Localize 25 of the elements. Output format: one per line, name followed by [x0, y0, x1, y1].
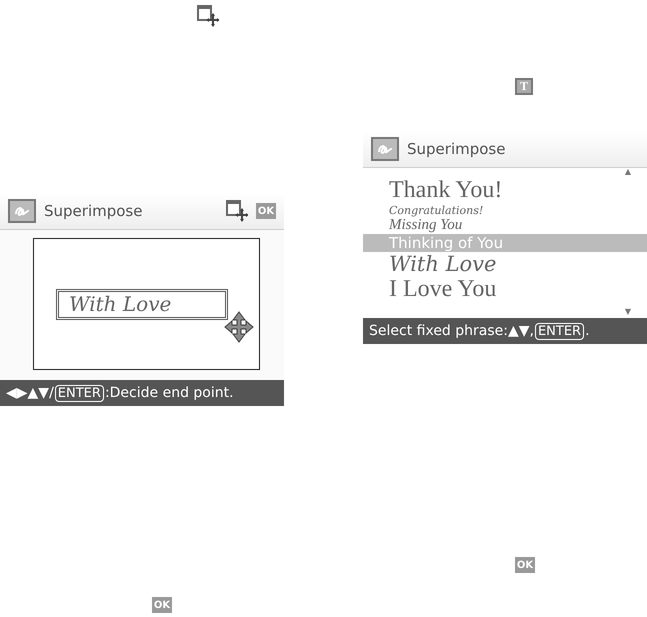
ok-icon: OK: [152, 597, 172, 613]
hint-text: :Decide end point.: [104, 384, 234, 402]
phrase-item[interactable]: With Love: [363, 252, 647, 276]
text-tool-icon: T: [515, 78, 533, 95]
scroll-up-arrow: ▲: [624, 168, 631, 176]
phrase-item[interactable]: Congratulations!: [363, 204, 647, 217]
resize-icon: [226, 200, 248, 222]
scroll-down-arrow: ▼: [624, 308, 631, 316]
phrase-item[interactable]: Thank You!: [363, 177, 647, 204]
hint-text: .: [585, 322, 590, 340]
superimpose-app-icon: [371, 137, 399, 161]
enter-key: ENTER: [534, 322, 584, 340]
resize-icon: [197, 4, 219, 27]
ok-icon: OK: [256, 203, 276, 219]
phrase-text-box: With Love: [56, 288, 228, 320]
phrase-item[interactable]: I Love You: [363, 276, 647, 303]
enter-key: ENTER: [54, 384, 104, 402]
superimpose-app-icon: [8, 199, 36, 223]
hint-text: ◀▶▲▼/: [6, 384, 54, 402]
hint-text: Select fixed phrase:▲▼,: [369, 322, 534, 340]
move-cursor-icon: [224, 311, 254, 343]
phrase-item[interactable]: Missing You: [363, 217, 647, 234]
ok-icon: OK: [515, 557, 535, 573]
screen-title: Superimpose: [407, 138, 506, 160]
screen-title: Superimpose: [44, 200, 142, 222]
